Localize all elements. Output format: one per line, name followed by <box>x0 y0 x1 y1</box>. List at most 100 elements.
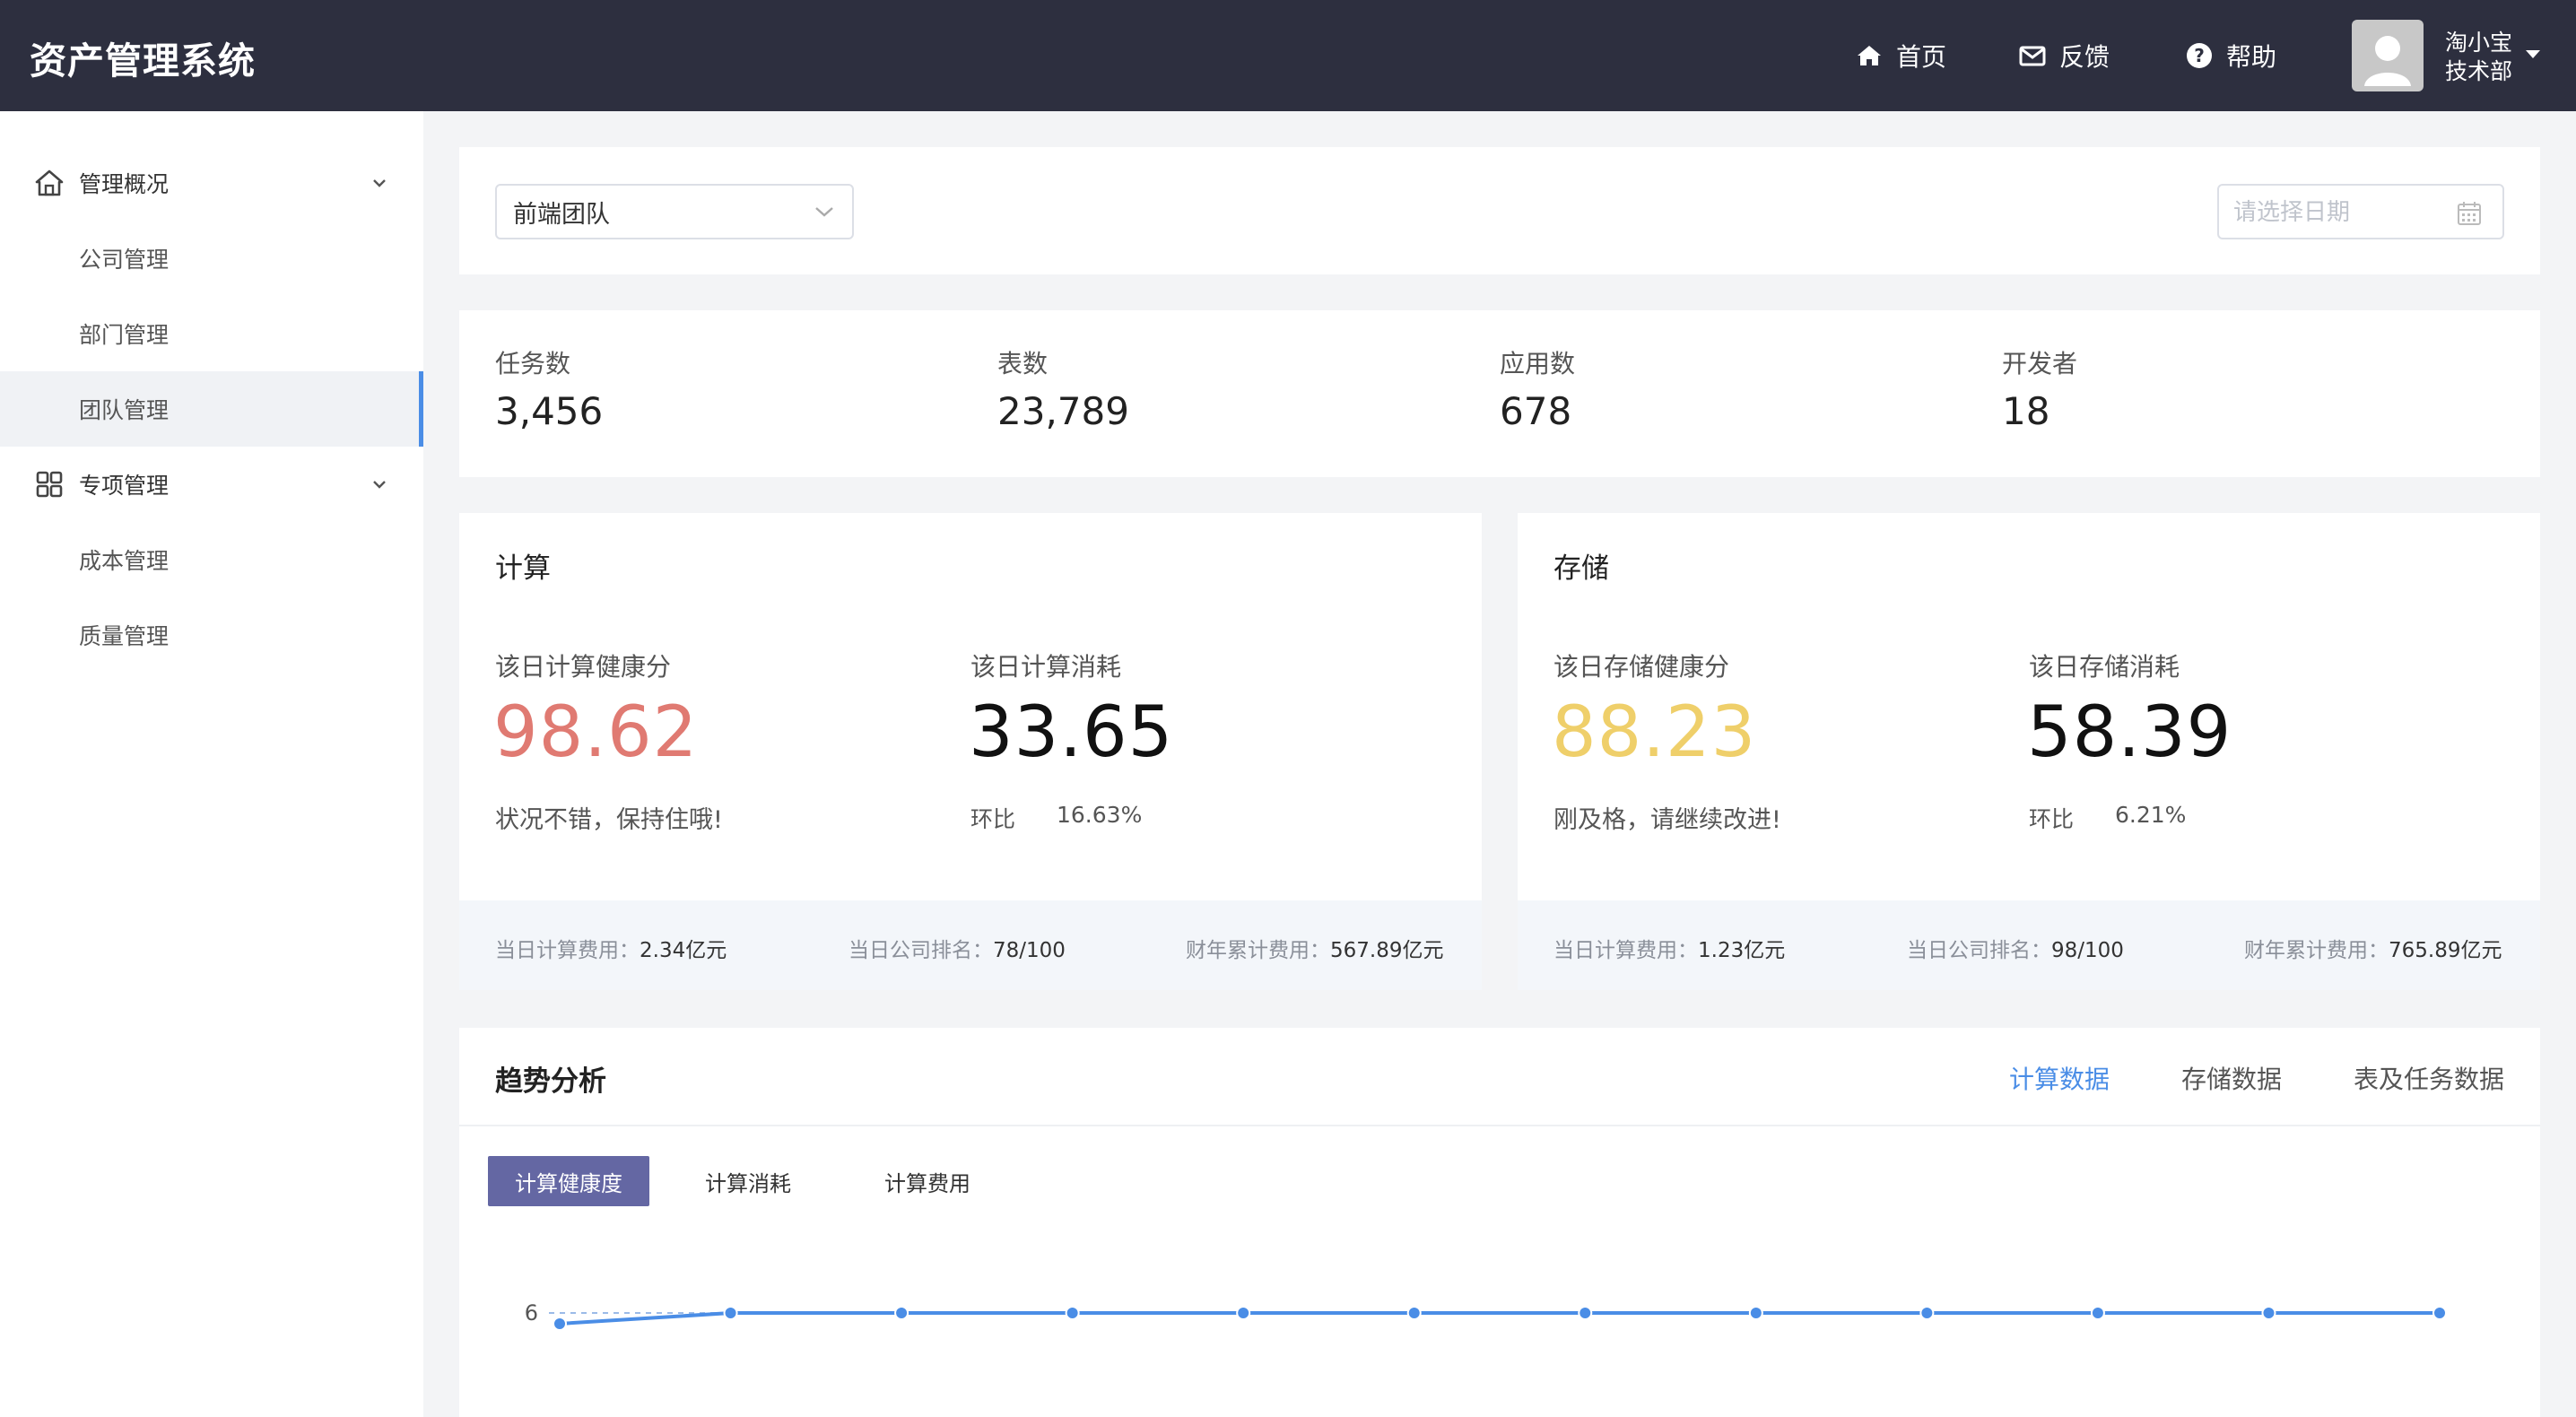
compute-ratio-label: 环比 <box>970 806 1016 832</box>
team-select[interactable]: 前端团队 <box>495 184 854 239</box>
sidebar: 管理概况 公司管理 部门管理 团队管理 专项管理 成本管理 质量管理 <box>0 111 423 1417</box>
sidebar-item-label: 公司管理 <box>79 247 170 273</box>
sidebar-group-label: 专项管理 <box>79 473 170 499</box>
sidebar-item-label: 成本管理 <box>79 548 170 574</box>
footer-key: 当日公司排名： <box>1907 939 2051 962</box>
storage-health-note: 刚及格，请继续改进! <box>1553 806 1781 834</box>
sidebar-item-cost[interactable]: 成本管理 <box>0 522 423 597</box>
user-icon <box>2364 36 2411 86</box>
compute-health-label: 该日计算健康分 <box>495 652 672 682</box>
compute-title: 计算 <box>495 552 551 585</box>
storage-ratio-value: 6.21% <box>2115 802 2187 828</box>
footer-value: 78/100 <box>993 939 1066 962</box>
stat-label: 任务数 <box>495 349 571 378</box>
compute-cost-value: 33.65 <box>969 692 1174 773</box>
tab-table-task-data[interactable]: 表及任务数据 <box>2354 1060 2504 1096</box>
nav-feedback[interactable]: 反馈 <box>2018 38 2110 74</box>
storage-footer-daily-cost: 当日计算费用：1.23亿元 <box>1553 933 1785 963</box>
nav-feedback-label: 反馈 <box>2059 42 2110 72</box>
sidebar-item-company[interactable]: 公司管理 <box>0 221 423 296</box>
svg-text:?: ? <box>2194 45 2205 66</box>
footer-value: 567.89亿元 <box>1330 939 1444 962</box>
trend-title: 趋势分析 <box>495 1065 606 1098</box>
footer-value: 2.34亿元 <box>640 939 727 962</box>
sidebar-item-label: 团队管理 <box>79 397 170 423</box>
data-point[interactable] <box>553 1317 567 1331</box>
storage-title: 存储 <box>1553 552 1609 585</box>
data-point[interactable] <box>723 1306 738 1320</box>
footer-key: 财年累计费用： <box>2244 939 2389 962</box>
subtab-compute-fee[interactable]: 计算费用 <box>847 1156 1008 1206</box>
storage-health-label: 该日存储健康分 <box>1553 652 1730 682</box>
sidebar-group-overview[interactable]: 管理概况 <box>0 145 423 221</box>
mail-icon <box>2019 46 2046 66</box>
nav-home-label: 首页 <box>1896 42 1947 72</box>
data-point[interactable] <box>2090 1306 2105 1320</box>
sidebar-group-label: 管理概况 <box>79 171 170 197</box>
compute-footer-rank: 当日公司排名：78/100 <box>849 933 1066 963</box>
home-icon <box>35 170 64 196</box>
subtab-compute-health[interactable]: 计算健康度 <box>488 1156 649 1206</box>
sidebar-item-team[interactable]: 团队管理 <box>0 371 423 447</box>
sidebar-item-quality[interactable]: 质量管理 <box>0 597 423 673</box>
chevron-down-icon <box>815 207 833 217</box>
footer-value: 1.23亿元 <box>1698 939 1786 962</box>
subtab-compute-cost[interactable]: 计算消耗 <box>667 1156 829 1206</box>
sidebar-group-special[interactable]: 专项管理 <box>0 447 423 522</box>
team-select-value: 前端团队 <box>513 200 610 229</box>
storage-footer-rank: 当日公司排名：98/100 <box>1907 933 2124 963</box>
avatar[interactable] <box>2352 20 2424 91</box>
compute-cost-label: 该日计算消耗 <box>970 652 1122 682</box>
sidebar-item-label: 部门管理 <box>79 322 170 348</box>
compute-ratio-value: 16.63% <box>1057 802 1143 828</box>
compute-footer-annual: 财年累计费用：567.89亿元 <box>1186 933 1443 963</box>
date-picker[interactable] <box>2217 184 2504 239</box>
tab-compute-data[interactable]: 计算数据 <box>2009 1060 2110 1096</box>
data-point[interactable] <box>2261 1306 2276 1320</box>
user-name[interactable]: 淘小宝 <box>2445 25 2512 57</box>
stat-value: 678 <box>1500 389 1572 433</box>
footer-value: 98/100 <box>2051 939 2124 962</box>
data-point[interactable] <box>894 1306 909 1320</box>
data-point[interactable] <box>1065 1306 1080 1320</box>
compute-health-note: 状况不错，保持住哦! <box>495 806 723 834</box>
nav-help[interactable]: ? 帮助 <box>2185 38 2276 74</box>
stat-label: 表数 <box>997 349 1049 378</box>
stat-value: 23,789 <box>997 389 1129 433</box>
app-title: 资产管理系统 <box>30 39 256 83</box>
data-point[interactable] <box>1919 1306 1935 1320</box>
storage-cost-label: 该日存储消耗 <box>2029 652 2180 682</box>
data-point[interactable] <box>1578 1306 1593 1320</box>
y-tick-label: 6 <box>525 1300 538 1326</box>
calendar-icon <box>2458 202 2481 225</box>
grid-icon <box>36 471 63 498</box>
user-dept: 技术部 <box>2445 58 2513 84</box>
series-line <box>559 1311 2440 1326</box>
compute-health-value: 98.62 <box>493 692 699 773</box>
data-point[interactable] <box>1748 1306 1763 1320</box>
stat-label: 应用数 <box>1500 349 1576 378</box>
footer-key: 当日计算费用： <box>495 939 640 962</box>
caret-down-icon[interactable] <box>2522 47 2544 61</box>
divider <box>459 1125 2540 1126</box>
footer-value: 765.89亿元 <box>2389 939 2502 962</box>
compute-footer-daily-cost: 当日计算费用：2.34亿元 <box>495 933 727 963</box>
home-icon <box>1858 46 1881 65</box>
chevron-down-icon <box>373 481 386 489</box>
storage-ratio-label: 环比 <box>2029 806 2075 832</box>
tab-storage-data[interactable]: 存储数据 <box>2181 1060 2282 1096</box>
nav-home[interactable]: 首页 <box>1855 38 1946 74</box>
footer-key: 当日公司排名： <box>849 939 993 962</box>
footer-key: 财年累计费用： <box>1186 939 1330 962</box>
date-input[interactable] <box>2233 196 2440 229</box>
nav-help-label: 帮助 <box>2226 42 2277 72</box>
sidebar-item-department[interactable]: 部门管理 <box>0 296 423 371</box>
footer-key: 当日计算费用： <box>1553 939 1698 962</box>
data-point[interactable] <box>2432 1306 2447 1320</box>
storage-footer-annual: 财年累计费用：765.89亿元 <box>2244 933 2502 963</box>
stat-value: 3,456 <box>495 389 604 433</box>
help-icon: ? <box>2187 43 2212 68</box>
data-point[interactable] <box>1406 1306 1422 1320</box>
data-point[interactable] <box>1236 1306 1251 1320</box>
trend-chart: 6 <box>525 1300 2447 1331</box>
